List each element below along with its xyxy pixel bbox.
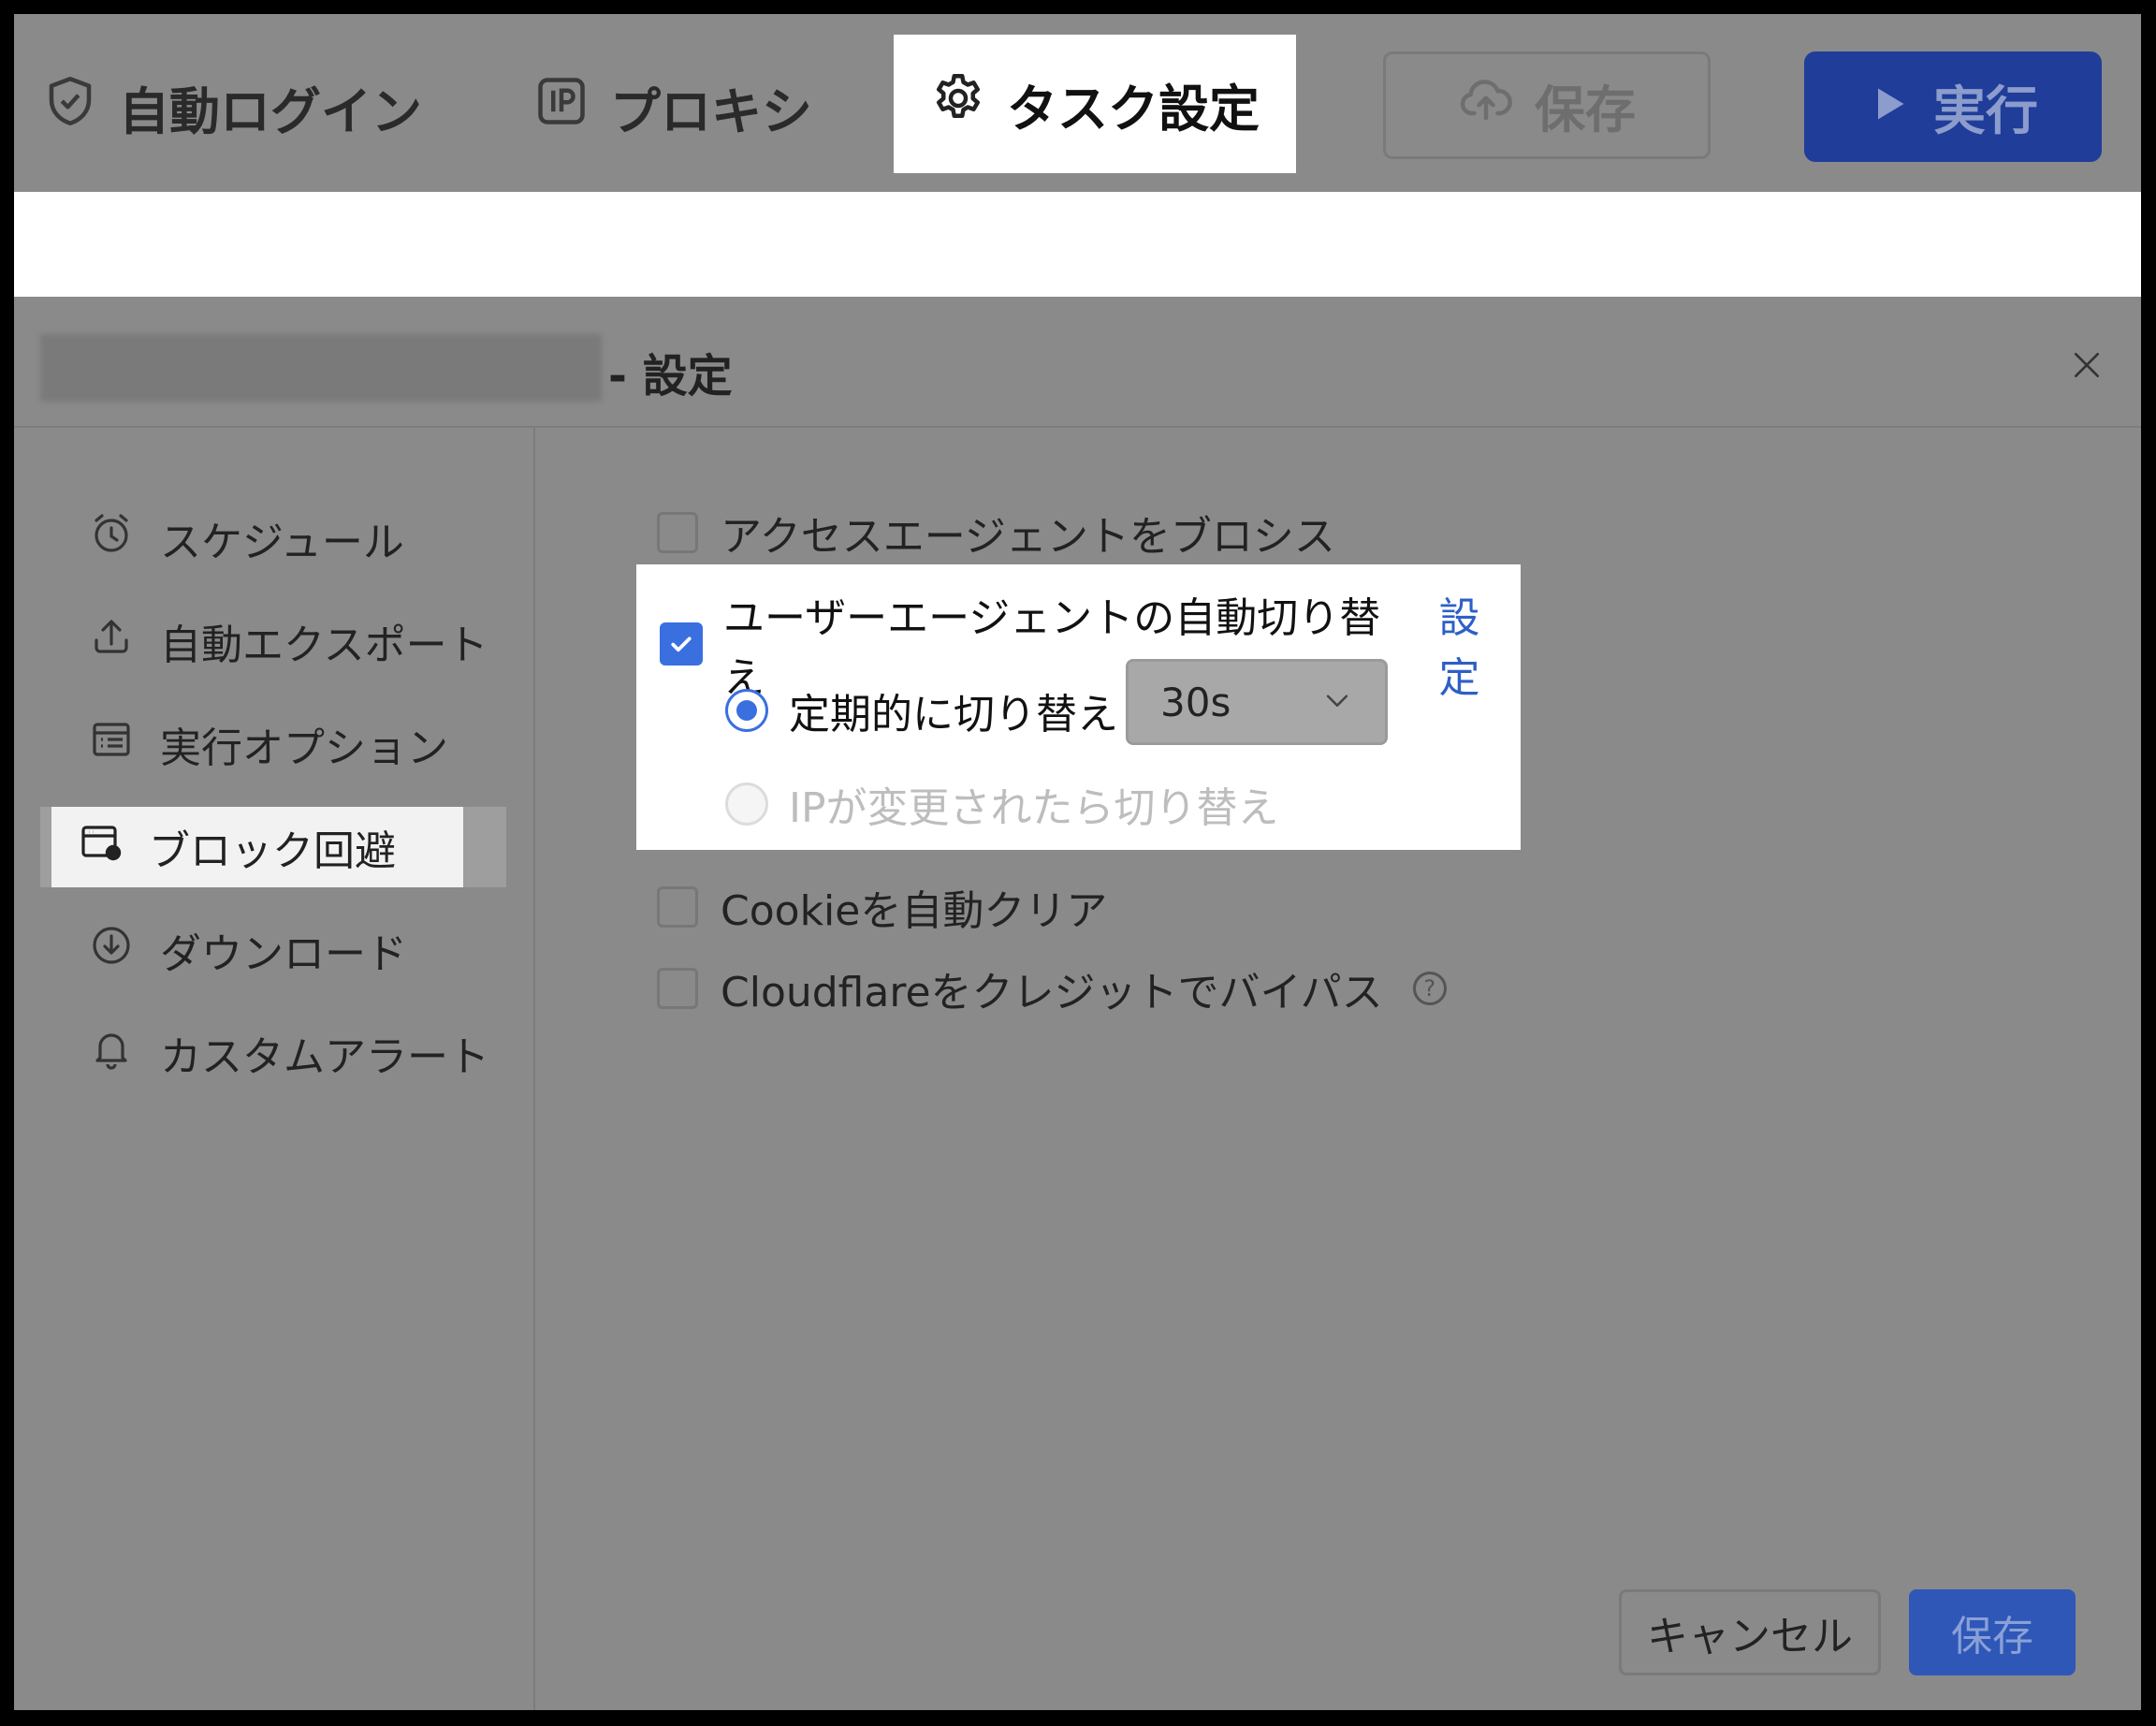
tab-task-settings-label: タスク設定 bbox=[1007, 79, 1260, 139]
option-periodic: 定期的に切り替え bbox=[725, 680, 1118, 740]
app-window: 自動ログイン プロキシ タスク設定 保存 実行 - 設定 スケジュール 自動エク… bbox=[14, 14, 2141, 1710]
dialog-header: - 設定 bbox=[14, 297, 2141, 428]
tab-auto-login-label: 自動ログイン bbox=[119, 81, 422, 141]
periodic-radio[interactable] bbox=[725, 689, 768, 732]
tab-proxy[interactable]: プロキシ bbox=[533, 37, 812, 177]
shield-check-icon bbox=[42, 73, 98, 141]
gear-icon bbox=[930, 70, 986, 139]
tab-proxy-label: プロキシ bbox=[610, 81, 812, 141]
tab-task-settings[interactable]: タスク設定 bbox=[894, 35, 1296, 173]
cloud-upload-icon bbox=[1458, 71, 1514, 139]
cookie-clear-checkbox[interactable] bbox=[657, 886, 698, 928]
cancel-button[interactable]: キャンセル bbox=[1619, 1589, 1881, 1675]
ua-switch-checkbox[interactable] bbox=[660, 622, 703, 666]
top-toolbar: 自動ログイン プロキシ タスク設定 保存 実行 bbox=[14, 14, 2141, 192]
help-icon[interactable]: ? bbox=[1412, 972, 1447, 1005]
save-button-top[interactable]: 保存 bbox=[1383, 51, 1711, 159]
run-button[interactable]: 実行 bbox=[1804, 51, 2102, 162]
cookie-clear-label: Cookieを自動クリア bbox=[721, 887, 1108, 935]
upload-icon bbox=[89, 614, 134, 669]
check-icon bbox=[671, 636, 692, 652]
sidebar-item-run-options[interactable]: 実行オプション bbox=[51, 704, 491, 784]
chevron-down-icon bbox=[1321, 680, 1353, 725]
sidebar-item-schedule[interactable]: スケジュール bbox=[51, 498, 491, 578]
play-icon bbox=[1868, 77, 1909, 138]
cloudflare-label: Cloudflareをクレジットでバイパス bbox=[721, 969, 1383, 1017]
ip-icon bbox=[533, 73, 590, 141]
settings-sidebar: スケジュール 自動エクスポート 実行オプション ブロック回避 ダウンロード カス… bbox=[14, 428, 535, 1710]
divider-band bbox=[14, 192, 2141, 297]
alarm-clock-icon bbox=[89, 511, 134, 566]
ip-change-label: IPが変更されたら切り替え bbox=[789, 784, 1279, 832]
periodic-label: 定期的に切り替え bbox=[789, 691, 1118, 739]
sidebar-item-label: 実行オプション bbox=[160, 724, 448, 772]
ip-change-radio[interactable] bbox=[725, 783, 768, 826]
option-access-agent: アクセスエージェントをブロシス bbox=[657, 503, 1335, 563]
ua-switch-panel: ユーザーエージェントの自動切り替え 設定 定期的に切り替え 30s IPが変更さ… bbox=[636, 564, 1521, 850]
run-button-label: 実行 bbox=[1933, 80, 2038, 142]
save-button-top-label: 保存 bbox=[1535, 80, 1636, 139]
interval-value: 30s bbox=[1160, 679, 1231, 725]
access-agent-checkbox[interactable] bbox=[657, 512, 698, 553]
bell-icon bbox=[89, 1026, 134, 1081]
sidebar-item-label: ブロック回避 bbox=[149, 827, 396, 875]
option-cookie-clear: Cookieを自動クリア bbox=[657, 877, 1107, 937]
sidebar-item-label: スケジュール bbox=[160, 519, 404, 566]
option-cloudflare: Cloudflareをクレジットでバイパス ? bbox=[657, 958, 1447, 1018]
close-button[interactable] bbox=[2059, 339, 2115, 395]
redacted-task-name bbox=[40, 334, 602, 402]
dialog-title: - 設定 bbox=[608, 350, 733, 402]
access-agent-label: アクセスエージェントをブロシス bbox=[721, 513, 1335, 561]
option-on-ip-change: IPが変更されたら切り替え bbox=[725, 774, 1279, 834]
download-icon bbox=[89, 923, 134, 978]
sidebar-item-label: ダウンロード bbox=[160, 930, 407, 978]
close-icon bbox=[2068, 346, 2105, 388]
sidebar-item-download[interactable]: ダウンロード bbox=[51, 910, 491, 990]
list-icon bbox=[89, 717, 134, 772]
sidebar-item-auto-export[interactable]: 自動エクスポート bbox=[51, 601, 491, 681]
cloudflare-checkbox[interactable] bbox=[657, 968, 698, 1009]
sidebar-item-label: カスタムアラート bbox=[160, 1033, 489, 1081]
browser-shield-icon bbox=[78, 820, 123, 875]
ua-settings-link[interactable]: 設定 bbox=[1438, 584, 1521, 704]
sidebar-item-block-avoidance[interactable]: ブロック回避 bbox=[40, 807, 506, 887]
interval-select[interactable]: 30s bbox=[1126, 659, 1388, 745]
sidebar-item-custom-alert[interactable]: カスタムアラート bbox=[51, 1013, 491, 1093]
sidebar-item-label: 自動エクスポート bbox=[160, 622, 488, 669]
save-button[interactable]: 保存 bbox=[1909, 1589, 2076, 1675]
tab-auto-login[interactable]: 自動ログイン bbox=[42, 37, 422, 177]
